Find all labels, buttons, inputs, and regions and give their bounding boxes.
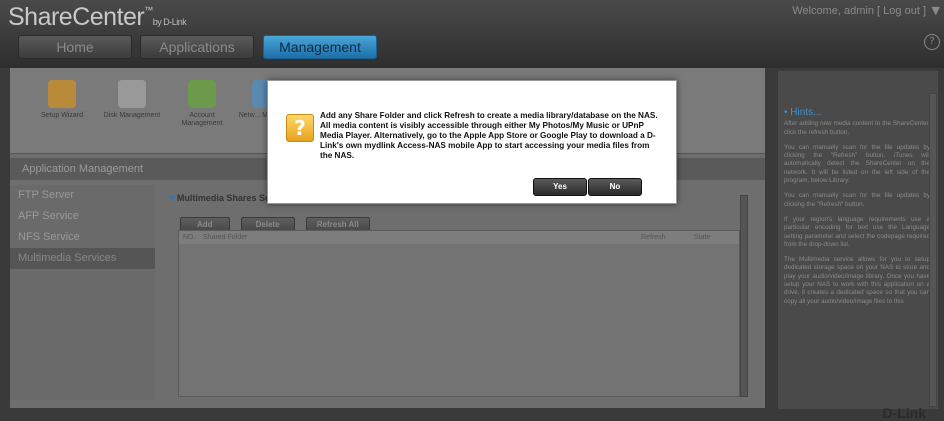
welcome-close-bracket: ] [922, 5, 926, 17]
hints-scrollbar[interactable] [929, 93, 937, 407]
welcome-text: Welcome, admin [ Log out ] [792, 5, 926, 17]
setup-wizard-label: Setup Wizard [40, 112, 84, 119]
shares-table: NO. Shared Folder Refresh State [178, 230, 740, 397]
tab-management[interactable]: Management [263, 35, 377, 59]
hint-paragraph: After adding new media content to the Sh… [784, 120, 930, 136]
account-management-tool[interactable]: Account Management [172, 80, 232, 128]
application-management-title: Application Management [22, 163, 144, 175]
hints-content: • Hints... After adding new media conten… [784, 107, 930, 313]
collapse-triangle-icon[interactable]: ▼ [168, 193, 177, 203]
nav-nfs-service[interactable]: NFS Service [10, 227, 155, 248]
hint-paragraph: The Multimedia service allows for you to… [784, 256, 930, 305]
no-button[interactable]: No [588, 178, 642, 196]
help-icon[interactable]: ? [924, 34, 940, 50]
account-management-label: Account Management [181, 112, 223, 127]
wizard-icon [48, 80, 76, 108]
multimedia-content: ▼Multimedia Shares Se Add Delete Refresh… [162, 185, 752, 400]
setup-wizard-tool[interactable]: Setup Wizard [32, 80, 92, 120]
welcome-label: Welcome, admin [ [792, 5, 881, 17]
nav-ftp-server[interactable]: FTP Server [10, 185, 155, 206]
nav-afp-service[interactable]: AFP Service [10, 206, 155, 227]
left-nav: FTP Server AFP Service NFS Service Multi… [10, 185, 155, 400]
content-scrollbar[interactable] [740, 195, 748, 397]
hint-paragraph: You can manually scan for the file updat… [784, 192, 930, 208]
account-dropdown-icon[interactable]: ▼ [932, 4, 940, 17]
brand-tm: ™ [144, 5, 153, 15]
confirm-dialog: ? Add any Share Folder and click Refresh… [267, 80, 677, 204]
section-title-text: Multimedia Shares Se [176, 193, 270, 203]
logout-link[interactable]: Log out [883, 5, 920, 17]
sharecenter-logo: ShareCenter™ by D-Link [8, 3, 187, 32]
col-refresh: Refresh [641, 234, 666, 241]
tab-applications[interactable]: Applications [140, 35, 254, 59]
section-title[interactable]: ▼Multimedia Shares Se [168, 193, 270, 203]
question-icon: ? [286, 114, 314, 142]
dialog-message: Add any Share Folder and click Refresh t… [320, 111, 658, 160]
tab-home[interactable]: Home [18, 35, 132, 59]
account-icon [188, 80, 216, 108]
col-no: NO. [183, 234, 196, 241]
disk-management-tool[interactable]: Disk Management [102, 80, 162, 120]
yes-button[interactable]: Yes [533, 178, 587, 196]
nav-multimedia-services[interactable]: Multimedia Services [10, 248, 155, 269]
table-header: NO. Shared Folder Refresh State [179, 231, 739, 244]
col-shared-folder: Shared Folder [203, 234, 248, 241]
brand-by: by D-Link [152, 17, 187, 27]
dlink-logo: D-Link [882, 405, 926, 421]
disk-icon [118, 80, 146, 108]
brand-name: ShareCenter [8, 3, 145, 31]
disk-management-label: Disk Management [103, 112, 161, 119]
hints-title-text: Hints... [790, 107, 822, 118]
col-state: State [694, 234, 711, 241]
hint-paragraph: You can manually scan for the file updat… [784, 143, 930, 185]
hints-title: • Hints... [784, 107, 822, 118]
top-header: ShareCenter™ by D-Link Welcome, admin [ L… [0, 0, 944, 68]
hints-panel: • Hints... After adding new media conten… [777, 70, 939, 410]
hint-paragraph: If your region's language requirements u… [784, 215, 930, 248]
